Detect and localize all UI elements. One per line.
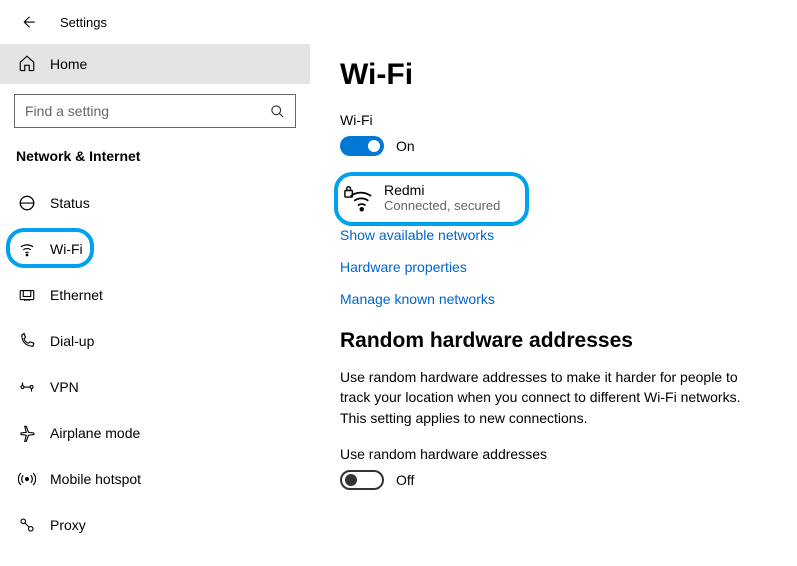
- random-hw-toggle-state: Off: [396, 472, 414, 488]
- sidebar-item-label: Home: [50, 56, 87, 72]
- random-hw-body: Use random hardware addresses to make it…: [340, 367, 760, 428]
- sidebar-item-ethernet[interactable]: Ethernet: [0, 272, 310, 318]
- link-hardware-properties[interactable]: Hardware properties: [340, 259, 771, 275]
- connected-network[interactable]: Redmi Connected, secured: [340, 180, 771, 217]
- wifi-toggle[interactable]: [340, 136, 384, 156]
- search-input[interactable]: [25, 103, 267, 119]
- sidebar-item-label: Ethernet: [50, 287, 103, 303]
- network-status: Connected, secured: [384, 198, 500, 213]
- search-box[interactable]: [14, 94, 296, 128]
- sidebar-item-dialup[interactable]: Dial-up: [0, 318, 310, 364]
- sidebar-nav: Status Wi-Fi Ethernet Dial-up: [0, 174, 310, 548]
- wifi-secured-icon: [340, 184, 376, 212]
- random-hw-toggle-row: Off: [340, 470, 771, 490]
- ethernet-icon: [16, 286, 38, 304]
- main-content: Wi-Fi Wi-Fi On Redmi Connected, secured …: [310, 44, 797, 566]
- sidebar-item-label: Mobile hotspot: [50, 471, 141, 487]
- sidebar-item-label: Status: [50, 195, 90, 211]
- link-manage-known[interactable]: Manage known networks: [340, 291, 771, 307]
- sidebar-item-status[interactable]: Status: [0, 180, 310, 226]
- sidebar: Home Network & Internet Status: [0, 44, 310, 566]
- proxy-icon: [16, 516, 38, 534]
- back-button[interactable]: [14, 8, 42, 36]
- random-hw-toggle-label: Use random hardware addresses: [340, 446, 771, 462]
- search-icon: [267, 104, 287, 119]
- wifi-section-label: Wi-Fi: [340, 112, 771, 128]
- home-icon: [18, 54, 42, 75]
- status-icon: [16, 194, 38, 212]
- arrow-left-icon: [19, 13, 37, 31]
- network-name: Redmi: [384, 182, 500, 198]
- wifi-icon: [16, 240, 38, 258]
- window-title: Settings: [60, 15, 107, 30]
- sidebar-item-hotspot[interactable]: Mobile hotspot: [0, 456, 310, 502]
- sidebar-item-wifi[interactable]: Wi-Fi: [0, 226, 310, 272]
- sidebar-item-airplane[interactable]: Airplane mode: [0, 410, 310, 456]
- sidebar-item-label: Airplane mode: [50, 425, 140, 441]
- sidebar-group-header: Network & Internet: [0, 134, 310, 174]
- wifi-toggle-state: On: [396, 138, 415, 154]
- title-bar: Settings: [0, 0, 797, 44]
- wifi-toggle-row: On: [340, 136, 771, 156]
- phone-icon: [16, 332, 38, 350]
- hotspot-icon: [16, 470, 38, 488]
- random-hw-heading: Random hardware addresses: [340, 329, 771, 353]
- airplane-icon: [16, 424, 38, 442]
- vpn-icon: [16, 378, 38, 396]
- sidebar-item-label: Proxy: [50, 517, 86, 533]
- page-title: Wi-Fi: [340, 58, 771, 92]
- sidebar-item-label: Dial-up: [50, 333, 94, 349]
- sidebar-item-home[interactable]: Home: [0, 44, 310, 84]
- search-container: [0, 84, 310, 134]
- sidebar-item-proxy[interactable]: Proxy: [0, 502, 310, 548]
- sidebar-item-label: VPN: [50, 379, 79, 395]
- link-show-available[interactable]: Show available networks: [340, 227, 771, 243]
- sidebar-item-label: Wi-Fi: [50, 241, 83, 257]
- random-hw-toggle[interactable]: [340, 470, 384, 490]
- sidebar-item-vpn[interactable]: VPN: [0, 364, 310, 410]
